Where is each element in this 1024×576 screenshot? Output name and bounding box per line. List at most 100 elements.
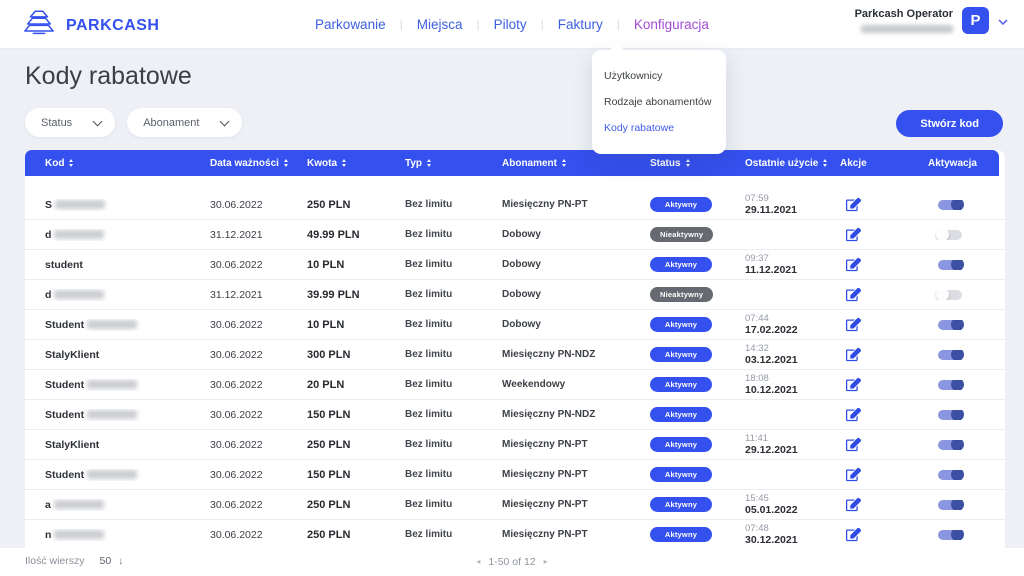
cell-valid-until: 30.06.2022 — [210, 439, 307, 451]
cell-subscription: Dobowy — [502, 319, 650, 330]
brand-logo[interactable]: PARKCASH — [22, 9, 159, 43]
user-menu[interactable]: Parkcash Operator P — [855, 7, 1008, 34]
sort-icon[interactable] — [284, 159, 288, 167]
cell-status: Aktywny — [650, 527, 745, 542]
menu-item-użytkownicy[interactable]: Użytkownicy — [604, 63, 714, 89]
filter-status[interactable]: Status — [25, 108, 115, 137]
sort-icon[interactable] — [427, 159, 431, 167]
edit-icon[interactable] — [846, 467, 861, 482]
cell-valid-until: 31.12.2021 — [210, 229, 307, 241]
activation-toggle[interactable] — [938, 500, 962, 510]
cell-last-used: 07:5929.11.2021 — [745, 193, 840, 217]
cell-amount: 250 PLN — [307, 199, 405, 211]
cell-valid-until: 31.12.2021 — [210, 289, 307, 301]
toggle-knob — [951, 500, 964, 510]
cell-last-used: 15:4505.01.2022 — [745, 493, 840, 517]
table-row: d31.12.202149.99 PLNBez limituDobowyNiea… — [25, 220, 1005, 250]
sort-icon[interactable] — [562, 159, 566, 167]
activation-toggle[interactable] — [938, 470, 962, 480]
rows-per-page-arrow-icon[interactable]: ↓ — [118, 556, 123, 567]
activation-toggle[interactable] — [938, 530, 962, 540]
code-text: a — [45, 499, 51, 511]
edit-icon[interactable] — [846, 497, 861, 512]
nav-item-miejsca[interactable]: Miejsca — [417, 17, 463, 32]
edit-icon[interactable] — [846, 287, 861, 302]
column-header-abonament[interactable]: Abonament — [502, 158, 650, 169]
cell-activation — [928, 440, 1005, 450]
activation-toggle[interactable] — [938, 440, 962, 450]
nav-item-faktury[interactable]: Faktury — [558, 17, 603, 32]
activation-toggle[interactable] — [938, 410, 962, 420]
cell-code: Student — [25, 319, 210, 331]
code-redacted-blur — [55, 200, 105, 209]
column-header-data-ważności[interactable]: Data ważności — [210, 158, 307, 169]
toggle-knob — [951, 410, 964, 420]
activation-toggle[interactable] — [938, 200, 962, 210]
filter-abonament[interactable]: Abonament — [127, 108, 242, 137]
cell-status: Nieaktywny — [650, 287, 745, 302]
activation-toggle[interactable] — [938, 290, 962, 300]
edit-icon[interactable] — [846, 197, 861, 212]
activation-toggle[interactable] — [938, 230, 962, 240]
brand-name: PARKCASH — [66, 17, 159, 35]
chevron-down-icon[interactable] — [998, 12, 1008, 30]
last-used-date: 30.12.2021 — [745, 534, 840, 547]
table-row: S30.06.2022250 PLNBez limituMiesięczny P… — [25, 190, 1005, 220]
cell-subscription: Dobowy — [502, 259, 650, 270]
cell-subscription: Miesięczny PN-PT — [502, 199, 650, 210]
cell-actions — [840, 377, 928, 392]
sort-icon[interactable] — [342, 159, 346, 167]
rows-per-page-label: Ilość wierszy — [25, 555, 85, 567]
cell-activation — [928, 200, 1005, 210]
edit-icon[interactable] — [846, 257, 861, 272]
edit-icon[interactable] — [846, 347, 861, 362]
nav-separator: | — [476, 17, 479, 31]
table-row: StalyKlient30.06.2022250 PLNBez limituMi… — [25, 430, 1005, 460]
edit-icon[interactable] — [846, 437, 861, 452]
edit-icon[interactable] — [846, 527, 861, 542]
edit-icon[interactable] — [846, 317, 861, 332]
code-text: Student — [45, 409, 84, 421]
rows-per-page-value[interactable]: 50 — [100, 555, 112, 567]
table-row: Student30.06.202220 PLNBez limituWeekend… — [25, 370, 1005, 400]
edit-icon[interactable] — [846, 407, 861, 422]
last-used-time: 09:37 — [745, 253, 840, 264]
status-badge: Aktywny — [650, 347, 712, 362]
menu-item-rodzaje-abonamentów[interactable]: Rodzaje abonamentów — [604, 89, 714, 115]
filter-label: Abonament — [143, 117, 199, 129]
create-code-button[interactable]: Stwórz kod — [896, 110, 1003, 137]
activation-toggle[interactable] — [938, 350, 962, 360]
activation-toggle[interactable] — [938, 380, 962, 390]
column-header-kod[interactable]: Kod — [25, 158, 210, 169]
cell-actions — [840, 257, 928, 272]
edit-icon[interactable] — [846, 377, 861, 392]
sort-icon[interactable] — [823, 159, 827, 167]
chevron-down-icon — [93, 116, 103, 126]
sort-icon[interactable] — [69, 159, 73, 167]
column-header-kwota[interactable]: Kwota — [307, 158, 405, 169]
activation-toggle[interactable] — [938, 260, 962, 270]
pagination-next-icon[interactable]: ▸ — [544, 558, 548, 566]
column-header-ostatnie-użycie[interactable]: Ostatnie użycie — [745, 158, 840, 169]
column-header-aktywacja: Aktywacja — [928, 158, 999, 169]
edit-icon[interactable] — [846, 227, 861, 242]
menu-item-kody-rabatowe[interactable]: Kody rabatowe — [604, 115, 714, 141]
last-used-date: 11.12.2021 — [745, 264, 840, 277]
cell-type: Bez limitu — [405, 499, 502, 510]
filter-label: Status — [41, 117, 72, 129]
code-text: Student — [45, 469, 84, 481]
nav-item-parkowanie[interactable]: Parkowanie — [315, 17, 386, 32]
avatar[interactable]: P — [962, 7, 989, 34]
column-header-typ[interactable]: Typ — [405, 158, 502, 169]
last-used-time: 15:45 — [745, 493, 840, 504]
nav-item-piloty[interactable]: Piloty — [494, 17, 527, 32]
toggle-knob — [951, 440, 964, 450]
toggle-knob — [936, 230, 949, 240]
nav-item-konfiguracja[interactable]: Konfiguracja — [634, 17, 709, 32]
cell-actions — [840, 407, 928, 422]
cell-code: n — [25, 529, 210, 541]
pagination-prev-icon[interactable]: ◂ — [476, 558, 480, 566]
column-header-status[interactable]: Status — [650, 158, 745, 169]
activation-toggle[interactable] — [938, 320, 962, 330]
sort-icon[interactable] — [686, 159, 690, 167]
